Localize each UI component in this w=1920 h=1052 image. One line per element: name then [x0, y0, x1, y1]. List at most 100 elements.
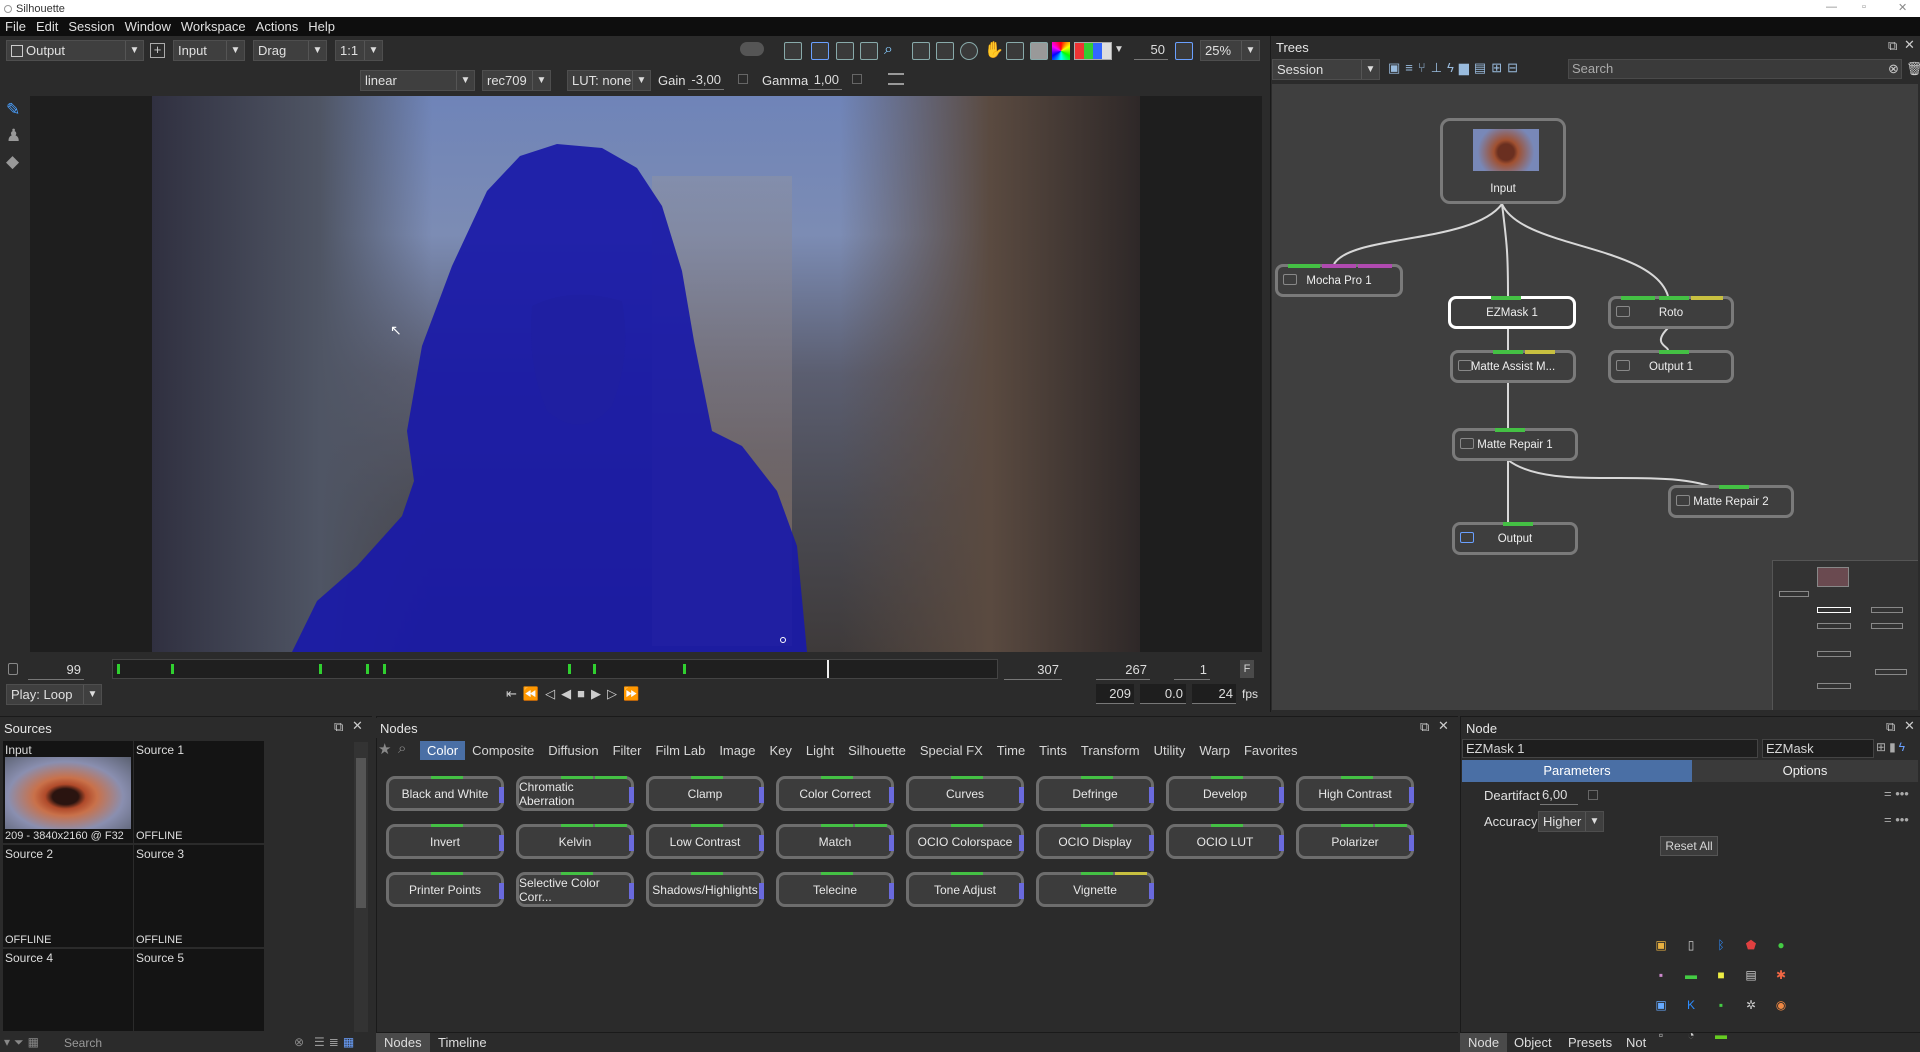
close-panel-icon[interactable]: ✕: [1904, 37, 1915, 53]
fast-forward-icon[interactable]: ⏩: [623, 686, 645, 701]
node-button-curves[interactable]: Curves: [906, 776, 1024, 811]
reset-gamma-icon[interactable]: [852, 74, 862, 84]
node-button-tone-adjust[interactable]: Tone Adjust: [906, 872, 1024, 907]
float-panel-icon[interactable]: ⧉: [334, 719, 343, 735]
playhead[interactable]: [827, 660, 829, 678]
tab-object[interactable]: Object: [1506, 1033, 1560, 1052]
tab-options[interactable]: Options: [1692, 760, 1918, 782]
zoom-icon[interactable]: ⌕: [884, 41, 893, 59]
frame-icon[interactable]: [836, 42, 854, 60]
accuracy-select[interactable]: Higher ▼: [1538, 811, 1604, 832]
lightning-icon[interactable]: ϟ: [1899, 740, 1908, 754]
timeline-track[interactable]: [112, 659, 998, 679]
tree-node-roto[interactable]: Roto: [1608, 296, 1734, 329]
channels-icon[interactable]: [1074, 42, 1112, 60]
tab-nodes[interactable]: Nodes: [376, 1033, 430, 1052]
node-button-printer-points[interactable]: Printer Points: [386, 872, 504, 907]
detail-view-icon[interactable]: ≣: [329, 1035, 343, 1049]
folder-icon[interactable]: ▆: [1459, 60, 1474, 75]
reset-gain-icon[interactable]: [738, 74, 748, 84]
tree-node-ezmask-1[interactable]: EZMask 1: [1448, 296, 1576, 329]
add-icon[interactable]: +: [150, 43, 165, 58]
viewer-canvas[interactable]: ↖: [30, 96, 1262, 652]
category-tab-key[interactable]: Key: [762, 741, 798, 760]
float-panel-icon[interactable]: ⧉: [1420, 719, 1429, 735]
go-to-start-icon[interactable]: ⇤: [506, 686, 523, 701]
grid-view-icon[interactable]: ▦: [343, 1035, 358, 1049]
node-name-field[interactable]: EZMask 1: [1462, 739, 1758, 758]
save-icon[interactable]: ▤: [1474, 60, 1491, 75]
deartifact-field[interactable]: 6,00: [1540, 785, 1578, 805]
tray-app-icon[interactable]: ▣: [1646, 930, 1676, 960]
hand-icon[interactable]: ✋: [984, 40, 1004, 60]
view-select[interactable]: Output ▼: [6, 40, 144, 61]
overlay-icon[interactable]: [1006, 42, 1024, 60]
play-mode-select[interactable]: Play: Loop ▼: [6, 684, 102, 705]
node-button-chromatic-aberration[interactable]: Chromatic Aberration: [516, 776, 634, 811]
branch-icon[interactable]: ⑂: [1418, 60, 1431, 75]
input-select[interactable]: Input ▼: [173, 40, 245, 61]
bluetooth-icon[interactable]: ᛒ: [1706, 930, 1736, 960]
lut-select[interactable]: LUT: none ▼: [567, 70, 651, 91]
param-menu-icon[interactable]: = •••: [1884, 786, 1909, 801]
monitor-icon[interactable]: [811, 42, 829, 60]
film-icon[interactable]: ▦: [28, 1035, 43, 1049]
node-graph[interactable]: Input Mocha Pro 1 EZMask 1 Roto Matte As…: [1272, 84, 1918, 710]
node-button-low-contrast[interactable]: Low Contrast: [646, 824, 764, 859]
fit-icon[interactable]: [936, 42, 954, 60]
source-cell-2[interactable]: Source 2 OFFLINE: [3, 845, 133, 947]
maximize-icon[interactable]: ▫: [1862, 1, 1866, 13]
color-wheel-icon[interactable]: [1052, 42, 1070, 60]
node-button-ocio-colorspace[interactable]: OCIO Colorspace: [906, 824, 1024, 859]
close-panel-icon[interactable]: ✕: [352, 718, 363, 734]
lightning-icon[interactable]: ϟ: [1447, 60, 1459, 75]
close-panel-icon[interactable]: ✕: [1438, 718, 1449, 734]
float-panel-icon[interactable]: ⧉: [1888, 38, 1897, 54]
tab-timeline[interactable]: Timeline: [430, 1033, 495, 1052]
region-icon[interactable]: [912, 42, 930, 60]
category-tab-time[interactable]: Time: [990, 741, 1032, 760]
category-tab-tints[interactable]: Tints: [1032, 741, 1074, 760]
menu-workspace[interactable]: Workspace: [176, 19, 251, 34]
category-tab-image[interactable]: Image: [712, 741, 762, 760]
category-tab-favorites[interactable]: Favorites: [1237, 741, 1304, 760]
param-menu-icon[interactable]: = •••: [1884, 812, 1909, 827]
end-frame-field[interactable]: 307: [1004, 660, 1062, 680]
source-cell-5[interactable]: Source 5: [134, 949, 264, 1031]
play-icon[interactable]: ▶: [591, 686, 607, 701]
matte-icon[interactable]: [1030, 42, 1048, 60]
chat-icon[interactable]: ▬: [1676, 960, 1706, 990]
gamma-field[interactable]: 1,00: [808, 70, 842, 90]
roi-icon[interactable]: [960, 42, 978, 60]
filter-icon[interactable]: ▾: [4, 1035, 14, 1049]
node-button-match[interactable]: Match: [776, 824, 894, 859]
fit-width-icon[interactable]: [1175, 42, 1193, 60]
zoom-select[interactable]: 25% ▼: [1200, 40, 1260, 61]
float-panel-icon[interactable]: ⧉: [1886, 719, 1895, 735]
tray-color-icon[interactable]: ◉: [1766, 990, 1796, 1020]
reset-deartifact-icon[interactable]: [1588, 790, 1598, 800]
sources-scrollbar[interactable]: [354, 742, 368, 1032]
menu-window[interactable]: Window: [120, 19, 176, 34]
tray-flame-icon[interactable]: ✱: [1766, 960, 1796, 990]
tray-green-icon[interactable]: ▪: [1706, 990, 1736, 1020]
ratio-select[interactable]: 1:1 ▼: [335, 40, 383, 61]
sources-search-input[interactable]: Search: [60, 1034, 310, 1052]
category-tab-diffusion[interactable]: Diffusion: [541, 741, 605, 760]
menu-file[interactable]: File: [0, 19, 31, 34]
brush-icon[interactable]: ✎: [6, 100, 26, 120]
source-cell-3[interactable]: Source 3 OFFLINE: [134, 845, 264, 947]
tray-gear-icon[interactable]: ✲: [1736, 990, 1766, 1020]
node-button-selective-color-corr[interactable]: Selective Color Corr...: [516, 872, 634, 907]
node-button-kelvin[interactable]: Kelvin: [516, 824, 634, 859]
security-icon[interactable]: ●: [1766, 930, 1796, 960]
tab-not[interactable]: Not: [1618, 1033, 1654, 1052]
toggle-icon[interactable]: [740, 42, 764, 56]
category-tab-film-lab[interactable]: Film Lab: [648, 741, 712, 760]
current-frame-field[interactable]: 267: [1096, 660, 1150, 680]
node-button-shadows-highlights[interactable]: Shadows/Highlights: [646, 872, 764, 907]
category-tab-warp[interactable]: Warp: [1192, 741, 1237, 760]
tree-node-matte-repair-1[interactable]: Matte Repair 1: [1452, 428, 1578, 461]
rewind-icon[interactable]: ⏪: [523, 686, 545, 701]
tree-node-output[interactable]: Output: [1452, 522, 1578, 555]
